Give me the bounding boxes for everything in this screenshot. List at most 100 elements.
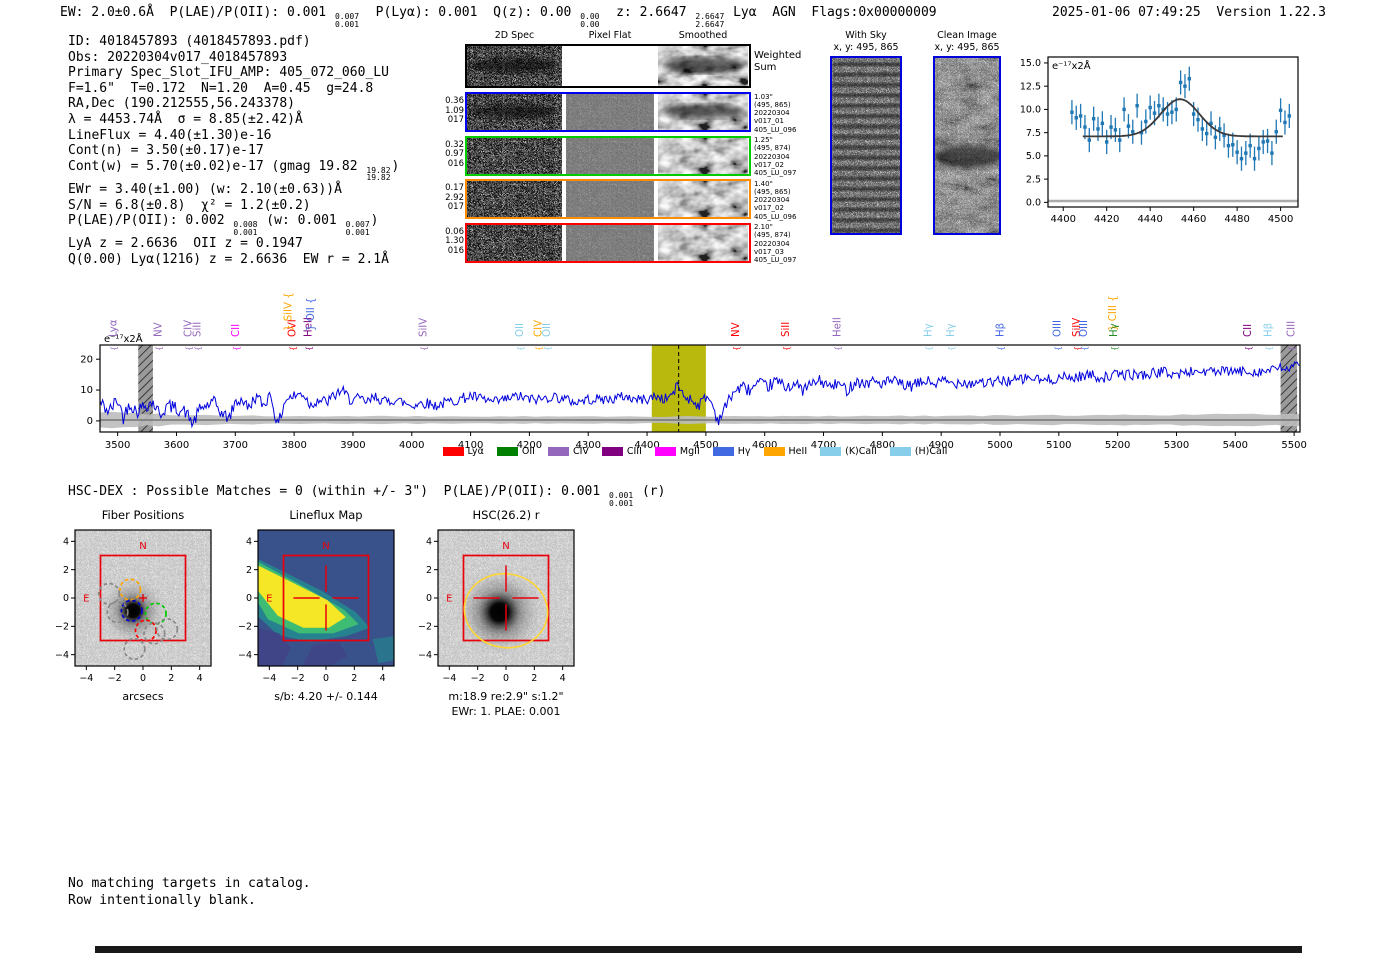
east-label: E [83,594,89,605]
cutout-row-right-labels-3: 1.40" (495, 865) 20220304 v017_02 405_LU_096 [754,179,797,221]
stacked-uncertainty: 0.001 0.001 [609,491,634,508]
x-tick-label: 4 [560,673,566,684]
y-tick-label: −4 [55,650,69,661]
data-point [1104,140,1109,144]
sky-panel-title-0: With Sky x, y: 495, 865 [833,30,899,53]
data-point [1091,117,1096,121]
data-point [1165,112,1170,116]
emission-line-label: Hγ [946,323,957,337]
text-run: z: 2.6647 [600,5,695,20]
info-line-3: F=1.6" T=0.172 N=1.20 A=0.45 g=24.8 [68,81,399,97]
stacked-uncertainty: 0.008 0.001 [233,220,258,237]
text-run: ) [391,158,400,174]
y-tick-label: 4 [63,537,69,548]
data-point [1152,111,1157,115]
fiber-positions-title: Fiber Positions [101,508,185,522]
line-label-brace: { [232,346,241,351]
hsc-caption-1: m:18.9 re:2.9" s:1.2" [448,690,564,703]
east-label: E [446,594,452,605]
emission-line-label: CII [231,324,242,337]
spectrum-legend: Lyα OII CIV CIII MgII Hγ HeII (K)CaII (H)CaII [90,446,1300,457]
legend-swatch [654,447,676,456]
lineflux-map-title: Lineflux Map [289,508,363,522]
text-run: EW: 2.0±0.6Å P(LAE)/P(OII): 0.001 [60,5,334,20]
y-tick-label: −4 [418,650,432,661]
text-run: RA,Dec (190.212555,56.243378) [68,96,295,112]
y-tick-label: −4 [238,650,252,661]
y-tick-label: 4 [246,537,252,548]
north-label: N [322,541,329,552]
legend-item: OII [496,446,535,457]
data-point [1265,139,1270,143]
cutout-col-header-2: Smoothed [678,30,728,41]
with-sky-image [830,56,902,235]
data-point [1287,114,1292,118]
stacked-uncertainty: 19.82 19.82 [366,165,391,183]
text-run: HSC-DEX : Possible Matches = 0 (within +… [68,484,609,499]
text-run: Lyα AGN Flags:0x00000009 [725,5,937,20]
cutout-strip-blob [658,137,748,174]
stacked-uncertainty: 0.00 0.00 [580,12,600,29]
info-line-7: Cont(n) = 3.50(±0.17)e-17 [68,143,399,159]
legend-swatch [442,447,464,456]
cutout-grid: 2D Spec Pixel Flat Smoothed Weighted Sum 0.36… [443,28,815,270]
emission-line-label: NV [154,322,165,337]
y-tick-label: 10 [80,385,93,396]
info-line-10: S/N = 6.8(±0.8) χ² = 1.2(±0.2) [68,198,399,214]
line-label-brace: { [834,346,843,351]
x-tick-label: −2 [471,673,485,684]
ifu-image-panels: With Sky x, y: 495, 865 Clean Image x, y: 4… [812,28,1012,270]
data-point [1261,140,1265,144]
emission-line-label: SiII [781,322,792,337]
data-point [1096,127,1100,131]
y-tick-label: 2 [426,565,432,576]
emission-line-label: OIII [1079,320,1090,337]
cutout-strip-noise [467,46,562,86]
line-label-brace: { [925,346,934,351]
x-tick-label: 4440 [1137,214,1162,225]
emission-line-label: CIII [1287,321,1298,337]
data-point [1283,120,1287,125]
x-tick-label: −2 [108,673,122,684]
data-point [1226,143,1231,148]
cutout-row-right-labels-1: 1.03" (495, 865) 20220304 v017_01 405_LU_096 [754,92,797,134]
legend-item: MgII [654,446,700,457]
legend-swatch [496,447,518,456]
text-run: P(Lyα): 0.001 Q(z): 0.00 [360,5,580,20]
units-annotation: e⁻¹⁷x2Å [1052,59,1091,72]
line-label-brace: { [1110,346,1119,351]
cutout-strip-white [566,46,654,86]
cutout-row-right-labels-0: Weighted Sum [754,50,802,73]
x-tick-label: 4480 [1224,214,1249,225]
emission-line-label: CII [1243,324,1254,337]
emission-line-label: Lyα [108,319,119,337]
legend-label: HeII [788,446,808,457]
x-tick-label: 4400 [1050,214,1075,225]
y-tick-label: 0 [63,593,69,604]
data-point [1235,150,1239,154]
legend-label: OII [521,446,535,457]
y-tick-label: −2 [238,622,252,633]
data-point [1135,103,1139,108]
data-point [1126,124,1131,128]
footer-line-2: Row intentionally blank. [68,892,256,908]
cutout-strip-blob [658,46,748,86]
legend-item: CIII [601,446,642,457]
hsc-caption-2: EWr: 1. PLAE: 0.001 [451,705,561,718]
line-label-brace: { [732,346,741,351]
cutout-row-left-labels-3: 0.17 2.92 017 [445,183,464,213]
legend-swatch [712,447,734,456]
emission-line-label: SiII [193,322,204,337]
legend-label: (K)CaII [845,446,877,457]
line-fit-zoom-plot: 4400 4420 4440 4460 4480 4500 0.0 2.5 5.0 7.5 10.0… [1020,56,1299,225]
x-tick-label: 2 [531,673,537,684]
legend-item: HeII [763,446,808,457]
text-run: EWr = 3.40(±1.00) (w: 2.10(±0.63))Å [68,181,342,197]
cutout-row-left-labels-1: 0.36 1.09 017 [445,96,464,126]
line-label-brace: { [516,346,525,351]
legend-swatch [889,447,911,456]
full-spectrum-plot: 3500 3600 3700 3800 3900 4000 4100 4200 4300 4400… [80,292,1307,451]
data-point [1218,127,1222,131]
text-run: S/N = 6.8(±0.8) χ² = 1.2(±0.2) [68,197,311,213]
info-line-11: P(LAE)/P(OII): 0.002 0.008 0.001 (w: 0.00… [68,213,399,236]
